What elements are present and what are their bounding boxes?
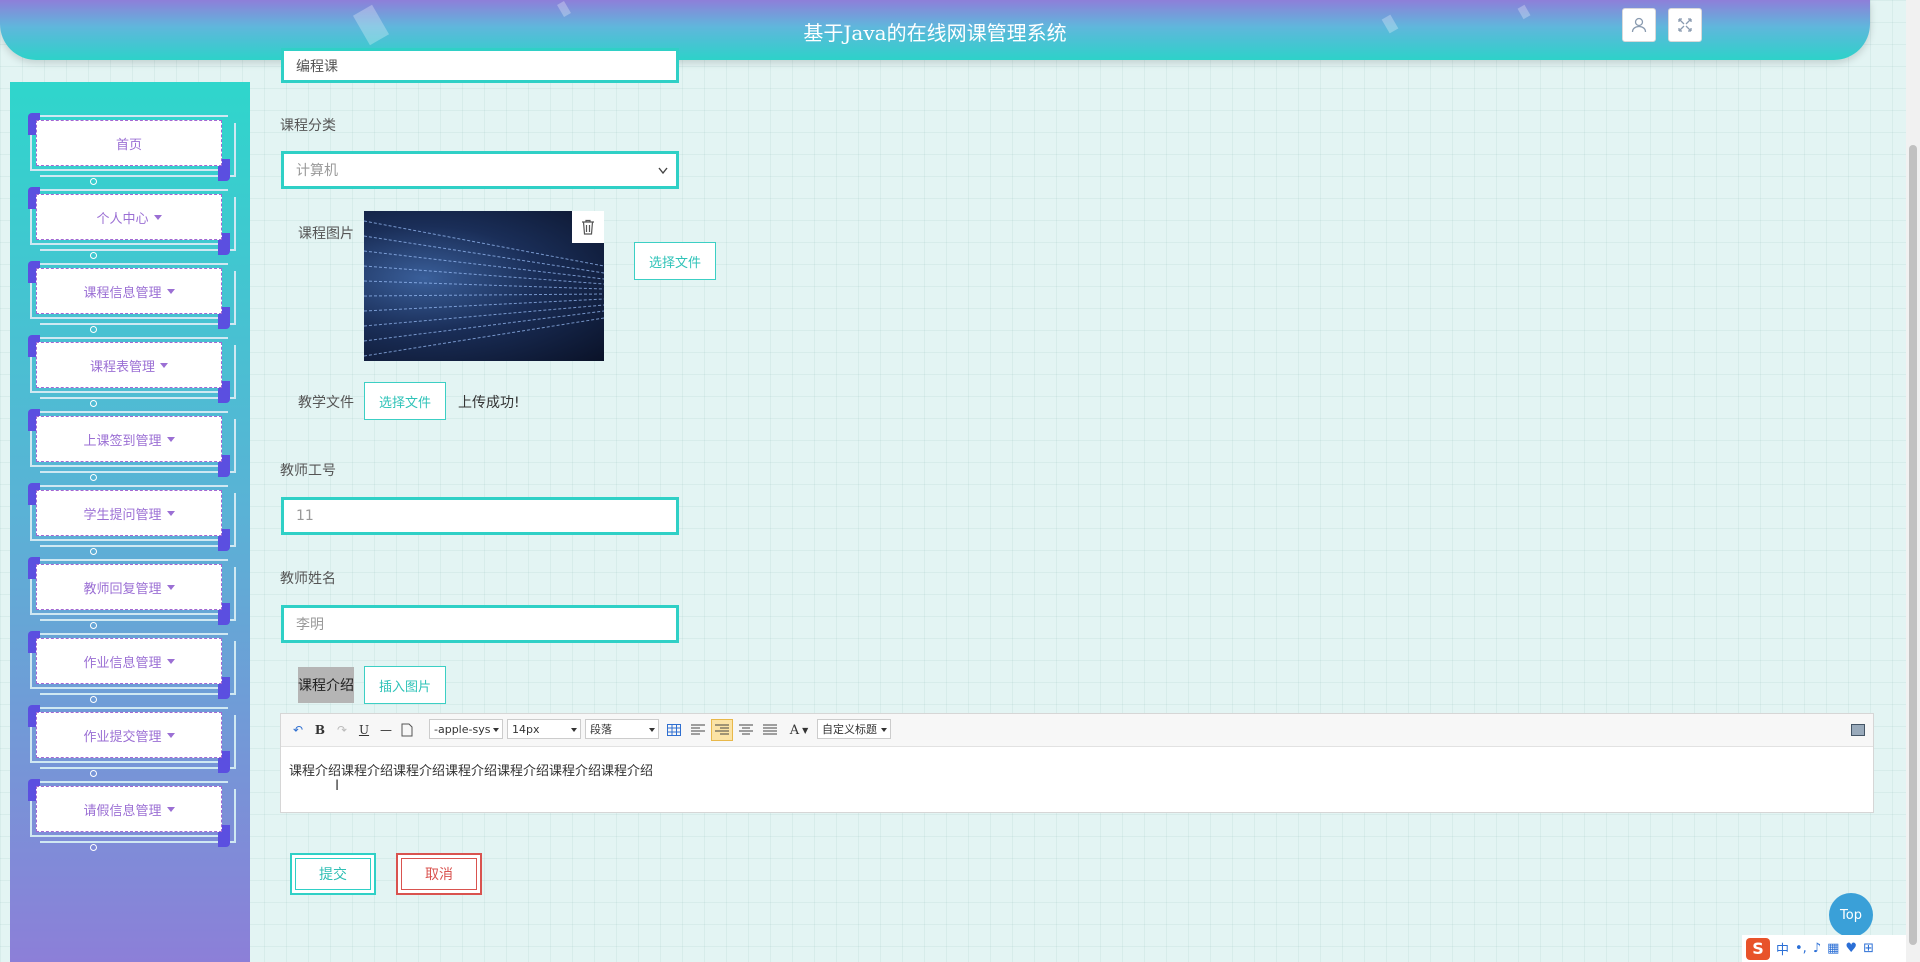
sidebar-item-label: 课程信息管理 bbox=[83, 285, 162, 301]
font-size-select[interactable]: 14px bbox=[507, 719, 581, 739]
teaching-file-label: 教学文件 bbox=[298, 395, 354, 411]
rich-text-editor: ↶ B ↷ U — -apple-sys 14px 段落 A ▼ 自定义标题 课程 bbox=[280, 713, 1874, 813]
sidebar-item-schedule[interactable]: 课程表管理 bbox=[28, 335, 236, 407]
caret-down-icon bbox=[166, 510, 175, 516]
sidebar-item-label: 作业提交管理 bbox=[83, 729, 162, 745]
sidebar-item-label: 请假信息管理 bbox=[83, 803, 162, 819]
scrollbar-thumb[interactable] bbox=[1909, 145, 1917, 945]
teacher-name-input[interactable]: 李明 bbox=[281, 605, 679, 643]
skin-icon[interactable]: ♥ bbox=[1845, 941, 1857, 956]
category-select[interactable]: 计算机 bbox=[281, 151, 679, 189]
teacher-id-label: 教师工号 bbox=[280, 463, 336, 479]
table-icon[interactable] bbox=[665, 720, 683, 740]
custom-title-select[interactable]: 自定义标题 bbox=[817, 719, 891, 739]
font-color-icon[interactable]: A ▼ bbox=[785, 720, 813, 740]
insert-image-button[interactable]: 插入图片 bbox=[364, 666, 446, 704]
course-image-preview bbox=[364, 211, 604, 361]
course-type-input[interactable]: 编程课 bbox=[281, 48, 679, 83]
scrollbar[interactable] bbox=[1906, 0, 1920, 962]
chevron-down-icon bbox=[658, 167, 668, 175]
caret-down-icon bbox=[166, 806, 175, 812]
choose-teaching-file-button[interactable]: 选择文件 bbox=[364, 382, 446, 420]
sidebar-item-home[interactable]: 首页 bbox=[28, 113, 236, 185]
caret-down-icon bbox=[166, 436, 175, 442]
align-left-icon[interactable] bbox=[689, 720, 707, 740]
sidebar-item-course-info[interactable]: 课程信息管理 bbox=[28, 261, 236, 333]
sogou-ime-icon[interactable]: S bbox=[1746, 937, 1770, 960]
underline-icon[interactable]: U bbox=[355, 720, 373, 740]
delete-image-button[interactable] bbox=[572, 211, 604, 243]
header-decoration bbox=[557, 0, 571, 18]
sidebar-item-replies[interactable]: 教师回复管理 bbox=[28, 557, 236, 629]
fullscreen-button[interactable] bbox=[1668, 8, 1702, 42]
paragraph-value: 段落 bbox=[590, 723, 612, 736]
sidebar-item-personal-center[interactable]: 个人中心 bbox=[28, 187, 236, 259]
fullscreen-icon bbox=[1678, 18, 1692, 32]
code-stream-image bbox=[364, 220, 604, 357]
horizontal-rule-icon[interactable]: — bbox=[377, 720, 395, 740]
caret-down-icon bbox=[160, 362, 168, 368]
sidebar-item-label: 学生提问管理 bbox=[83, 507, 162, 523]
bold-icon[interactable]: B bbox=[311, 720, 329, 740]
sidebar-item-leave[interactable]: 请假信息管理 bbox=[28, 779, 236, 851]
sidebar-item-label: 课程表管理 bbox=[89, 359, 155, 375]
user-button[interactable] bbox=[1622, 8, 1656, 42]
sidebar-item-label: 教师回复管理 bbox=[83, 581, 162, 597]
course-image-label: 课程图片 bbox=[298, 226, 354, 242]
sidebar-item-label: 首页 bbox=[115, 137, 142, 153]
user-icon bbox=[1631, 17, 1647, 33]
sidebar-item-questions[interactable]: 学生提问管理 bbox=[28, 483, 236, 555]
microphone-icon[interactable]: ♪ bbox=[1813, 941, 1821, 956]
font-family-select[interactable]: -apple-sys bbox=[429, 719, 503, 739]
page-icon[interactable] bbox=[399, 720, 415, 740]
cancel-button[interactable]: 取消 bbox=[396, 853, 482, 895]
punctuation-icon[interactable]: •, bbox=[1795, 941, 1807, 956]
undo-icon[interactable]: ↶ bbox=[289, 720, 307, 740]
caret-down-icon bbox=[153, 214, 162, 220]
category-label: 课程分类 bbox=[280, 118, 336, 134]
sidebar-item-attendance[interactable]: 上课签到管理 bbox=[28, 409, 236, 481]
trash-icon bbox=[582, 219, 594, 235]
align-center-icon[interactable] bbox=[737, 720, 755, 740]
sidebar-item-label: 作业信息管理 bbox=[83, 655, 162, 671]
sidebar-item-label: 上课签到管理 bbox=[83, 433, 162, 449]
category-value: 计算机 bbox=[296, 163, 338, 179]
sidebar: 首页 个人中心 课程信息管理 课程表管理 上课签到管理 学生提问管理 教师回复管… bbox=[10, 82, 250, 962]
editor-content[interactable]: 课程介绍课程介绍课程介绍课程介绍课程介绍课程介绍课程介绍 bbox=[289, 760, 653, 779]
sidebar-item-homework-submit[interactable]: 作业提交管理 bbox=[28, 705, 236, 777]
caret-down-icon bbox=[166, 732, 175, 738]
teacher-name-label: 教师姓名 bbox=[280, 571, 336, 587]
paragraph-select[interactable]: 段落 bbox=[585, 719, 659, 739]
font-size-value: 14px bbox=[512, 722, 540, 736]
teacher-id-input[interactable]: 11 bbox=[281, 497, 679, 535]
caret-down-icon bbox=[166, 584, 175, 590]
ime-toolbar[interactable]: S 中 •, ♪ ▦ ♥ ⊞ bbox=[1742, 935, 1906, 962]
fullscreen-editor-icon[interactable] bbox=[1849, 720, 1867, 740]
upload-status-text: 上传成功! bbox=[458, 395, 520, 411]
submit-button[interactable]: 提交 bbox=[290, 853, 376, 895]
align-justify-icon[interactable] bbox=[761, 720, 779, 740]
text-cursor-icon: I bbox=[335, 778, 340, 794]
choose-image-button[interactable]: 选择文件 bbox=[634, 242, 716, 280]
custom-title-value: 自定义标题 bbox=[822, 723, 877, 736]
redo-icon[interactable]: ↷ bbox=[333, 720, 351, 740]
font-family-value: -apple-sys bbox=[434, 722, 491, 736]
sidebar-item-homework-info[interactable]: 作业信息管理 bbox=[28, 631, 236, 703]
app-title: 基于Java的在线网课管理系统 bbox=[803, 21, 1067, 45]
chinese-mode-icon[interactable]: 中 bbox=[1776, 939, 1789, 958]
caret-down-icon bbox=[166, 288, 175, 294]
align-right-icon[interactable] bbox=[711, 719, 733, 741]
keyboard-icon[interactable]: ▦ bbox=[1827, 941, 1839, 956]
sidebar-item-label: 个人中心 bbox=[96, 211, 149, 227]
back-to-top-button[interactable]: Top bbox=[1829, 893, 1873, 937]
toolbox-icon[interactable]: ⊞ bbox=[1863, 941, 1874, 956]
course-intro-label: 课程介绍 bbox=[298, 667, 354, 703]
editor-toolbar: ↶ B ↷ U — -apple-sys 14px 段落 A ▼ 自定义标题 bbox=[281, 714, 1873, 747]
caret-down-icon bbox=[166, 658, 175, 664]
